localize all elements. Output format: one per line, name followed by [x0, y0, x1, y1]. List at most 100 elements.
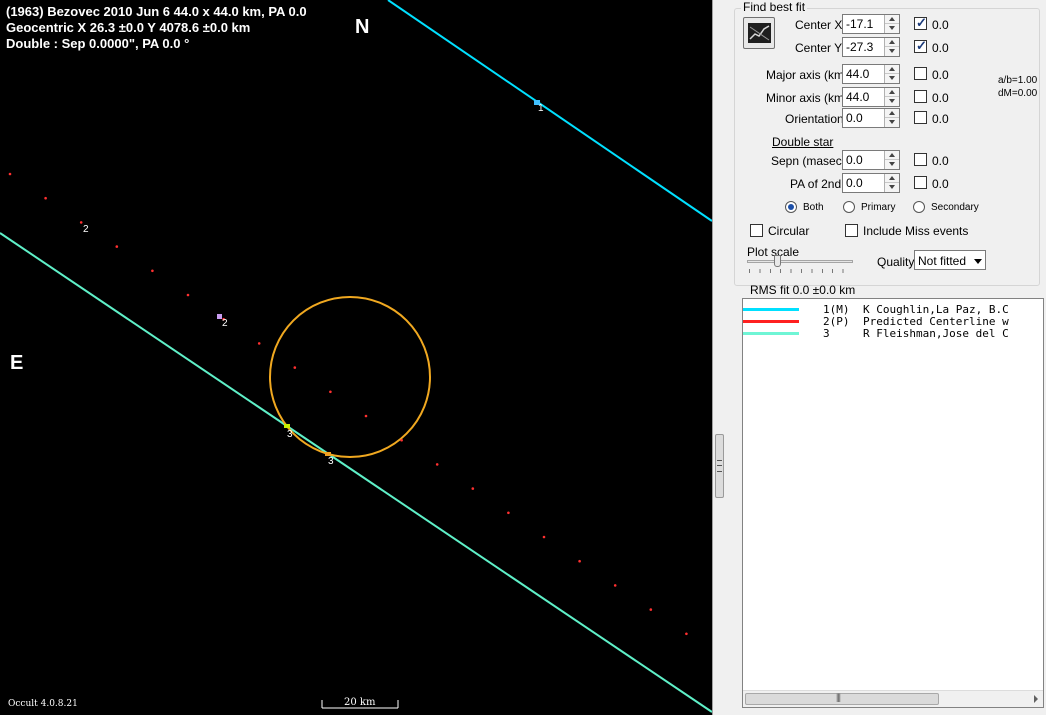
predicted-dot [471, 487, 475, 490]
pa2-checkbox[interactable] [914, 176, 927, 189]
sepn-spinner[interactable] [884, 151, 899, 169]
plot-header-double: Double : Sep 0.0000", PA 0.0 ° [6, 36, 190, 51]
minor-axis-label: Minor axis (km) [766, 91, 849, 105]
sepn-input[interactable]: 0.0 [842, 150, 900, 170]
center-x-value: -17.1 [846, 17, 874, 31]
predicted-point-label-a: 2 [83, 224, 89, 235]
predicted-dot [364, 414, 368, 418]
predicted-dot [115, 245, 119, 248]
center-y-input[interactable]: -27.3 [842, 37, 900, 57]
plot-header-title: (1963) Bezovec 2010 Jun 6 44.0 x 44.0 km… [6, 4, 307, 19]
observer-name: R Fleishman,Jose del C [863, 327, 1009, 340]
sepn-check-value: 0.0 [932, 154, 949, 168]
observer-color-swatch [743, 320, 799, 323]
radio-primary-label: Primary [861, 202, 896, 213]
event-marker-3a [284, 424, 290, 428]
orientation-check-value: 0.0 [932, 112, 949, 126]
major-axis-value: 44.0 [846, 67, 870, 81]
chord-line-3 [0, 232, 712, 713]
quality-value: Not fitted [918, 254, 967, 268]
east-label: E [10, 352, 24, 374]
grip-lines-icon [717, 460, 722, 472]
plot-header-geocentric: Geocentric X 26.3 ±0.0 Y 4078.6 ±0.0 km [6, 20, 251, 35]
predicted-dot [685, 632, 688, 636]
quality-dropdown[interactable]: Not fitted [914, 250, 986, 270]
radio-primary[interactable] [843, 201, 855, 213]
occultation-plot[interactable]: (1963) Bezovec 2010 Jun 6 44.0 x 44.0 km… [0, 0, 712, 715]
radio-secondary-label: Secondary [931, 202, 979, 213]
radio-secondary[interactable] [913, 201, 925, 213]
sepn-label: Sepn (masec) [771, 154, 846, 168]
chord-3-point-label-b: 3 [328, 456, 334, 467]
group-title: Find best fit [741, 0, 808, 14]
orientation-input[interactable]: 0.0 [842, 108, 900, 128]
predicted-dot [507, 511, 510, 515]
scroll-right-icon[interactable] [1034, 695, 1038, 703]
predicted-dot [44, 196, 47, 200]
minor-axis-value: 44.0 [846, 90, 870, 104]
predicted-centerline-dots [8, 172, 688, 636]
center-y-check-value: 0.0 [932, 41, 949, 55]
predicted-point-label-b: 2 [222, 318, 228, 329]
center-y-spinner[interactable] [884, 38, 899, 56]
observer-color-swatch [743, 308, 799, 311]
double-star-heading: Double star [772, 135, 834, 149]
predicted-dot [435, 463, 439, 466]
observer-list-hscroll[interactable] [743, 690, 1043, 707]
predicted-dot [186, 293, 190, 297]
predicted-dot [329, 390, 332, 394]
minor-axis-checkbox[interactable] [914, 90, 927, 103]
circular-label: Circular [768, 224, 810, 238]
scroll-thumb[interactable] [745, 692, 939, 705]
center-x-checkbox[interactable] [914, 15, 927, 31]
major-axis-label: Major axis (km) [766, 68, 849, 82]
chord-3-point-label-a: 3 [287, 429, 293, 440]
panel-splitter[interactable] [712, 0, 726, 715]
observer-row[interactable]: 3 R Fleishman,Jose del C [743, 327, 1043, 340]
predicted-dot [293, 366, 297, 369]
center-x-check-value: 0.0 [932, 18, 949, 32]
minor-axis-check-value: 0.0 [932, 91, 949, 105]
observer-list[interactable]: 1(M) K Coughlin,La Paz, B.C 2(P) Predict… [742, 298, 1044, 708]
pa2-input[interactable]: 0.0 [842, 173, 900, 193]
version-label: Occult 4.0.8.21 [8, 699, 78, 709]
predicted-dot [542, 535, 546, 539]
sepn-value: 0.0 [846, 153, 863, 167]
center-y-checkbox[interactable] [914, 38, 927, 54]
find-best-fit-button[interactable] [743, 17, 775, 49]
predicted-dot [649, 608, 653, 611]
radio-both[interactable] [785, 201, 797, 213]
chord-1-point-label: 1 [538, 103, 544, 114]
sepn-checkbox[interactable] [914, 153, 927, 166]
include-miss-checkbox[interactable] [845, 224, 858, 237]
predicted-dot [151, 269, 154, 273]
chevron-down-icon [974, 259, 982, 264]
center-y-value: -27.3 [846, 40, 874, 54]
orientation-spinner[interactable] [884, 109, 899, 127]
minor-axis-input[interactable]: 44.0 [842, 87, 900, 107]
plot-scale-slider-thumb[interactable] [774, 255, 781, 267]
ab-ratio-label: a/b=1.00 [998, 75, 1038, 86]
fit-panel: Find best fit Center X -17.1 0.0 Center … [726, 0, 1046, 715]
predicted-dot [613, 584, 617, 587]
center-x-input[interactable]: -17.1 [842, 14, 900, 34]
major-axis-input[interactable]: 44.0 [842, 64, 900, 84]
center-x-spinner[interactable] [884, 15, 899, 33]
circular-checkbox[interactable] [750, 224, 763, 237]
orientation-checkbox[interactable] [914, 111, 927, 124]
radio-both-label: Both [803, 202, 824, 213]
pa2-spinner[interactable] [884, 174, 899, 192]
observer-color-swatch [743, 332, 799, 335]
plot-scale-slider-track[interactable] [747, 260, 853, 263]
major-axis-checkbox[interactable] [914, 67, 927, 80]
major-axis-spinner[interactable] [884, 65, 899, 83]
center-y-label: Center Y [795, 41, 843, 55]
plot-scale-ticks [749, 269, 853, 273]
minor-axis-spinner[interactable] [884, 88, 899, 106]
include-miss-label: Include Miss events [863, 224, 969, 238]
scale-label: 20 km [344, 697, 376, 708]
pa2-label: PA of 2nd [790, 177, 842, 191]
pa2-value: 0.0 [846, 176, 863, 190]
predicted-dot [8, 172, 12, 176]
rms-fit-label: RMS fit 0.0 ±0.0 km [750, 283, 856, 297]
